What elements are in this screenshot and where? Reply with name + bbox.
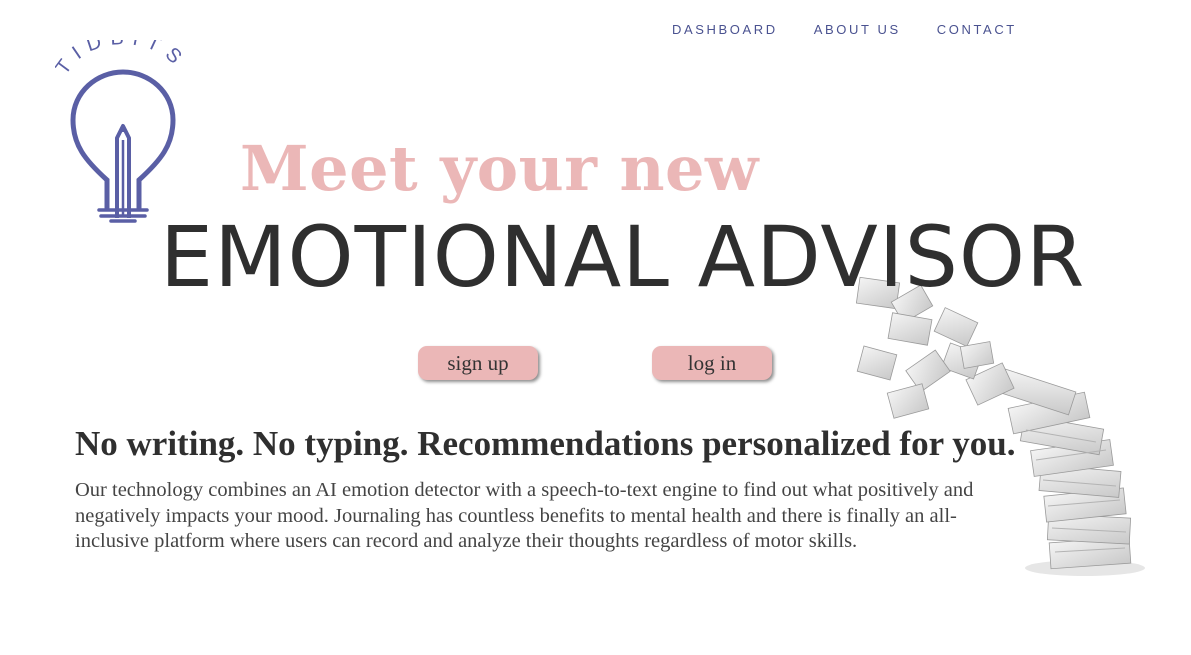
lightbulb-pencil-icon: TIDBITS	[52, 27, 183, 223]
value-proposition-heading: No writing. No typing. Recommendations p…	[75, 424, 1016, 463]
product-description: Our technology combines an AI emotion de…	[75, 479, 974, 552]
log-in-button[interactable]: log in	[652, 346, 772, 380]
nav-dashboard[interactable]: DASHBOARD	[672, 22, 778, 37]
nav-contact[interactable]: CONTACT	[937, 22, 1017, 37]
brand-logo[interactable]: TIDBITS	[52, 27, 190, 230]
sign-up-button[interactable]: sign up	[418, 346, 538, 380]
hero-tagline: Meet your new	[240, 132, 759, 205]
main-nav: DASHBOARD ABOUT US CONTACT	[672, 22, 1017, 37]
nav-about-us[interactable]: ABOUT US	[814, 22, 901, 37]
hero-headline: EMOTIONAL ADVISOR	[160, 208, 1086, 306]
